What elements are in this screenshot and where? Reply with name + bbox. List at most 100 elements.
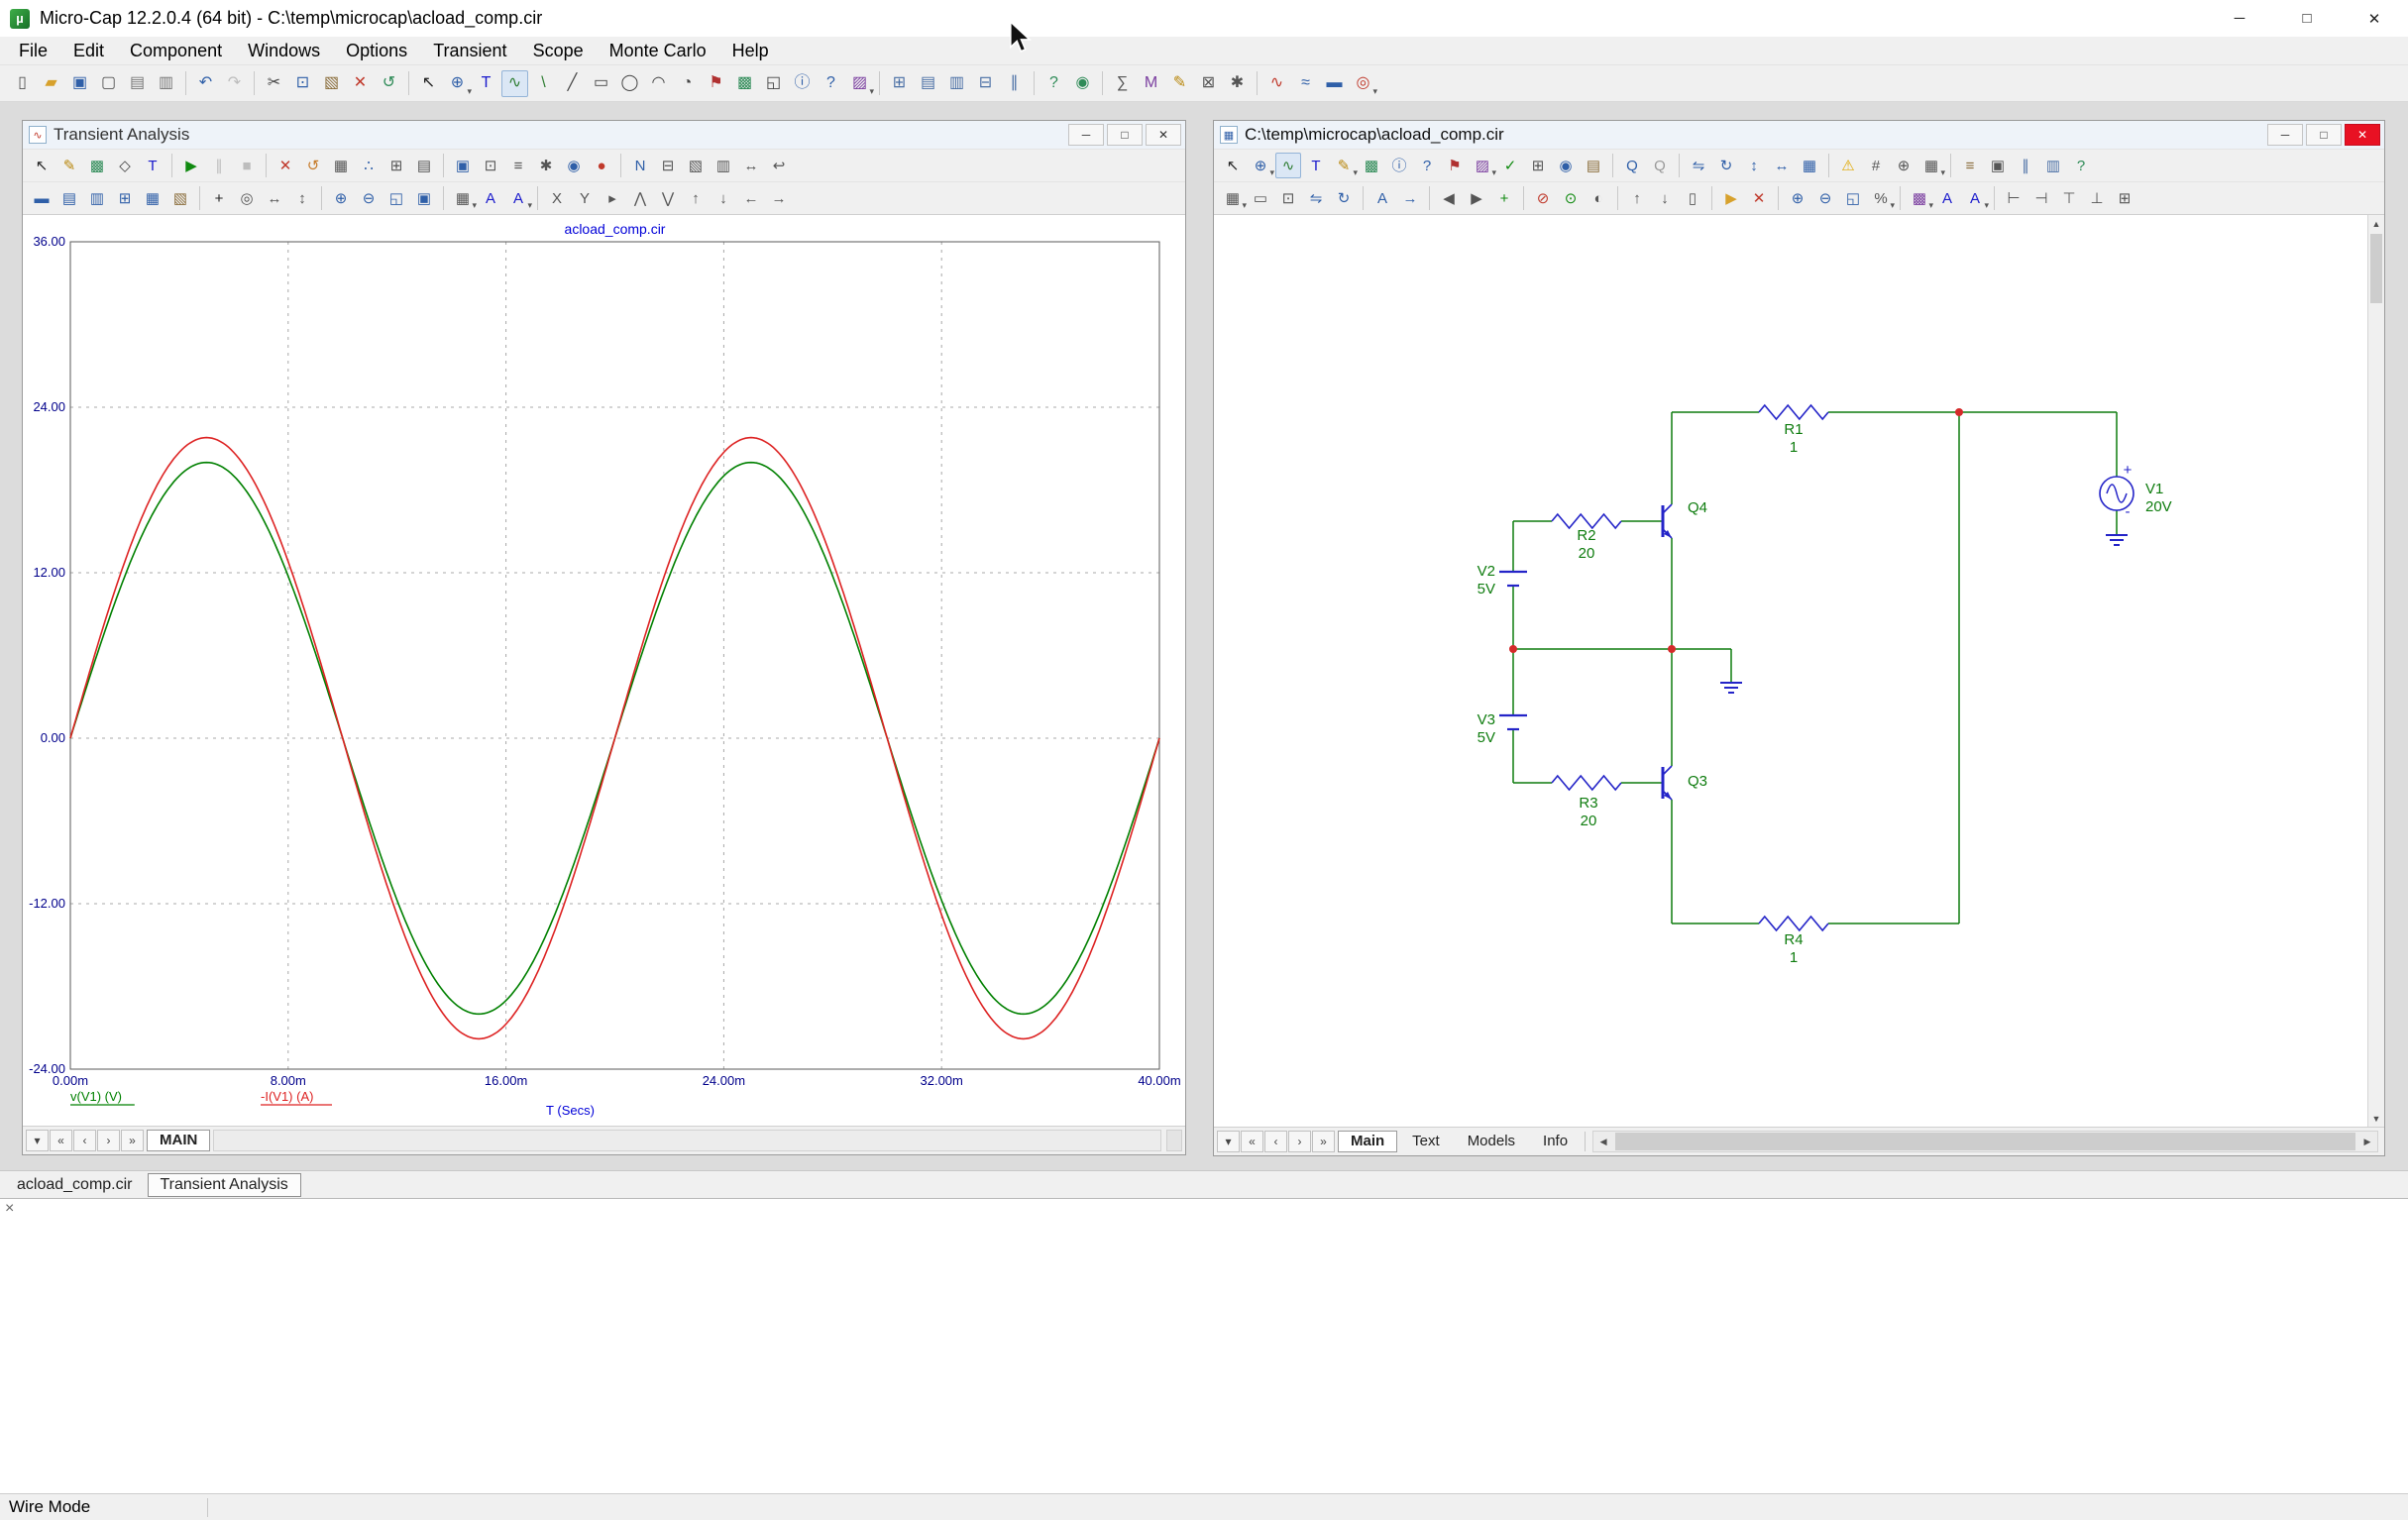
restore-window-button[interactable]: □: [1107, 124, 1143, 146]
cursor-left-icon[interactable]: ←: [738, 185, 764, 211]
help-mode-icon[interactable]: ?: [818, 70, 844, 97]
clear-accumulated-plots-icon[interactable]: ↺: [300, 153, 326, 178]
window-split-icon[interactable]: ∥: [2013, 153, 2038, 178]
print-icon[interactable]: ▥: [153, 70, 179, 97]
next-page-button[interactable]: ›: [97, 1130, 120, 1151]
overlay-plots-icon[interactable]: ▦: [140, 185, 165, 211]
restore-window-button[interactable]: □: [2306, 124, 2342, 146]
region-enable-mode-icon[interactable]: ▨: [846, 70, 873, 97]
close-window-button[interactable]: ✕: [2345, 124, 2380, 146]
model-program-icon[interactable]: M: [1138, 70, 1164, 97]
find-next-icon[interactable]: →: [1397, 185, 1423, 211]
picture-mode-icon[interactable]: ▩: [731, 70, 758, 97]
picture-mode-icon[interactable]: ▩: [84, 153, 110, 178]
schematic-canvas[interactable]: R11R220R320R41V120VV25VV35VQ4Q3+-: [1214, 215, 2367, 1127]
font-menu-icon[interactable]: A: [505, 185, 531, 211]
redo-icon[interactable]: ↷: [221, 70, 248, 97]
scroll-right-icon[interactable]: ▶: [2357, 1132, 2377, 1151]
vertical-tag-icon[interactable]: ↕: [289, 185, 315, 211]
text-mode-icon[interactable]: T: [1303, 153, 1329, 178]
slider-icon[interactable]: ↔: [738, 153, 764, 178]
close-file-icon[interactable]: ▢: [95, 70, 122, 97]
thumbnail-plot-icon[interactable]: ▦: [328, 153, 354, 178]
node-numbers-icon[interactable]: #: [1863, 153, 1889, 178]
cascade-windows-icon[interactable]: ⊞: [886, 70, 913, 97]
toggle-icon[interactable]: ◐: [1586, 185, 1611, 211]
step-box-icon[interactable]: ▦: [1797, 153, 1822, 178]
menu-help[interactable]: Help: [719, 37, 782, 64]
last-page-button[interactable]: »: [1312, 1131, 1335, 1152]
cut-icon[interactable]: ✂: [261, 70, 287, 97]
find-component-icon[interactable]: ◉: [1553, 153, 1579, 178]
paste-icon[interactable]: ▧: [318, 70, 345, 97]
delete-all-objects-icon[interactable]: ✕: [273, 153, 298, 178]
color-menu-icon[interactable]: ▩: [1907, 185, 1932, 211]
ruler-icon[interactable]: ▤: [411, 153, 437, 178]
three-d-windows-icon[interactable]: ▧: [683, 153, 709, 178]
minimize-button[interactable]: ─: [2206, 0, 2273, 37]
go-to-x-icon[interactable]: X: [544, 185, 570, 211]
resize-grip[interactable]: [1166, 1130, 1182, 1151]
zoom-out-icon[interactable]: ⊖: [356, 185, 382, 211]
attribute-text-icon[interactable]: ▣: [1985, 153, 2011, 178]
plot-canvas[interactable]: 0.00m8.00m16.00m24.00m32.00m40.00m36.002…: [23, 214, 1185, 1126]
scale-menu-icon[interactable]: ▦: [450, 185, 476, 211]
info-mode-icon[interactable]: ⓘ: [1386, 153, 1412, 178]
low-icon[interactable]: ↓: [711, 185, 736, 211]
graphics-mode-icon[interactable]: ✎: [56, 153, 82, 178]
stepping-icon[interactable]: ≡: [505, 153, 531, 178]
clipboard-icon[interactable]: ▤: [1581, 153, 1606, 178]
exit-analysis-icon[interactable]: ↩: [766, 153, 792, 178]
limits-icon[interactable]: ⊡: [478, 153, 503, 178]
wire-mode-icon[interactable]: ∿: [1275, 153, 1301, 178]
point-tag-mode-icon[interactable]: ◎: [234, 185, 260, 211]
zoom-in-icon[interactable]: ⊕: [1785, 185, 1810, 211]
minimize-window-button[interactable]: ─: [1068, 124, 1104, 146]
horizontal-tag-icon[interactable]: ↔: [262, 185, 287, 211]
undelete-icon[interactable]: ↺: [376, 70, 402, 97]
last-page-button[interactable]: »: [121, 1130, 144, 1151]
text-mode-icon[interactable]: T: [473, 70, 499, 97]
open-file-icon[interactable]: ▰: [38, 70, 64, 97]
run-erc-icon[interactable]: ▶: [1718, 185, 1744, 211]
cursor-right-icon[interactable]: →: [766, 185, 792, 211]
transient-window-titlebar[interactable]: ∿ Transient Analysis ─□✕: [23, 121, 1185, 149]
grid-plots-icon[interactable]: ⊞: [112, 185, 138, 211]
new-file-icon[interactable]: ▯: [9, 70, 36, 97]
internet-icon[interactable]: ◉: [1069, 70, 1096, 97]
bookmarks-icon[interactable]: ≡: [1957, 153, 1983, 178]
breakpoints-icon[interactable]: ●: [589, 153, 614, 178]
probe-icon[interactable]: ◎: [1350, 70, 1376, 97]
watch-icon[interactable]: ◉: [561, 153, 587, 178]
zoom-area-icon[interactable]: ◱: [383, 185, 409, 211]
dc-analysis-icon[interactable]: ▬: [1321, 70, 1348, 97]
mirror-box-icon[interactable]: ⇋: [1303, 185, 1329, 211]
hscroll-thumb[interactable]: [1615, 1133, 2355, 1150]
enable-icon[interactable]: ⊙: [1558, 185, 1584, 211]
help-contents-icon[interactable]: ?: [1040, 70, 1067, 97]
menu-options[interactable]: Options: [333, 37, 420, 64]
insert-page-icon[interactable]: ▯: [1680, 185, 1705, 211]
first-page-button[interactable]: «: [1241, 1131, 1263, 1152]
find-icon[interactable]: Q: [1619, 153, 1645, 178]
region-enable-icon[interactable]: ▨: [1470, 153, 1495, 178]
paste-plot-icon[interactable]: ▧: [167, 185, 193, 211]
zoom-in-icon[interactable]: ⊕: [328, 185, 354, 211]
font-icon[interactable]: A: [1934, 185, 1960, 211]
page-up-icon[interactable]: ↑: [1624, 185, 1650, 211]
wire-mode-icon[interactable]: ∿: [501, 70, 528, 97]
previous-page-icon[interactable]: ◀: [1436, 185, 1462, 211]
doc-tab-acload[interactable]: acload_comp.cir: [4, 1173, 146, 1197]
tile-vertical-icon[interactable]: ▥: [943, 70, 970, 97]
transient-analysis-icon[interactable]: ∿: [1263, 70, 1290, 97]
component-mode-icon[interactable]: ⊕: [1248, 153, 1273, 178]
component-mode-icon[interactable]: ⊕: [444, 70, 471, 97]
menu-transient[interactable]: Transient: [420, 37, 519, 64]
minimize-window-button[interactable]: ─: [2267, 124, 2303, 146]
page-tab-text[interactable]: Text: [1399, 1131, 1453, 1152]
line-mode-icon[interactable]: ╱: [559, 70, 586, 97]
schematic-window-titlebar[interactable]: ▦ C:\temp\microcap\acload_comp.cir ─□✕: [1214, 121, 2384, 149]
page-list-button[interactable]: ▾: [26, 1130, 49, 1151]
vscroll-thumb[interactable]: [2370, 234, 2382, 303]
component-editor-icon[interactable]: ✱: [1224, 70, 1251, 97]
